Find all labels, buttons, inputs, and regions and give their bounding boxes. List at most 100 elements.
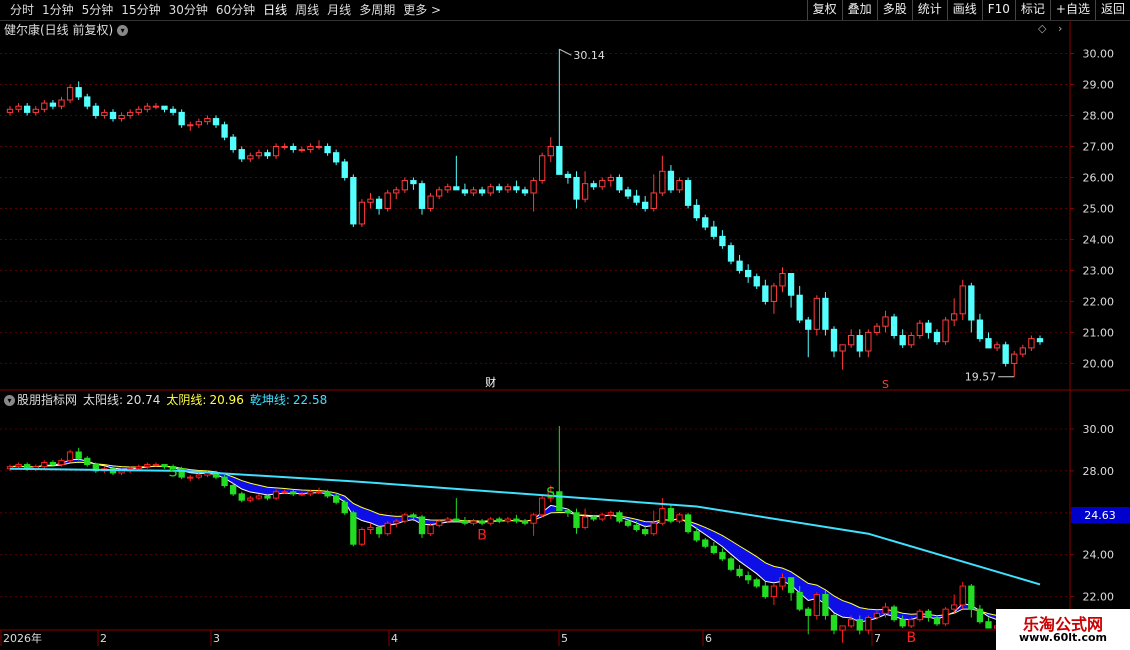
indicator-candle-body bbox=[539, 497, 546, 516]
indicator-candle-body bbox=[556, 491, 563, 512]
indicator-candle-body bbox=[298, 493, 305, 496]
indicator-candle-body bbox=[650, 522, 657, 535]
indicator-candle-body bbox=[358, 529, 366, 545]
candle-body bbox=[384, 192, 391, 209]
candle-body bbox=[118, 114, 125, 120]
indicator-candle-body bbox=[676, 514, 683, 522]
candle-body bbox=[530, 180, 537, 194]
candle-body bbox=[650, 192, 657, 209]
x-axis-label: 3 bbox=[213, 632, 220, 645]
candle-body bbox=[496, 186, 503, 191]
candle-body bbox=[504, 186, 511, 191]
candle-body bbox=[513, 186, 520, 191]
watermark-url: www.60lt.com bbox=[1018, 631, 1108, 644]
indicator-candle-body bbox=[418, 516, 426, 535]
finance-marker: 财 bbox=[485, 375, 496, 389]
indicator-candle-body bbox=[581, 516, 589, 528]
candle-body bbox=[805, 319, 812, 330]
candle-body bbox=[92, 105, 99, 116]
candle-body bbox=[547, 145, 554, 157]
candle-body bbox=[642, 201, 649, 209]
candle-body bbox=[315, 145, 323, 148]
main-y-tick: 27.00 bbox=[1083, 140, 1115, 153]
indicator-candle-body bbox=[118, 470, 125, 474]
candle-body bbox=[135, 108, 142, 113]
candle-body bbox=[178, 111, 185, 126]
candle-body bbox=[676, 180, 683, 191]
candle-body bbox=[272, 145, 280, 157]
candle-body bbox=[787, 273, 795, 296]
indicator-candle-body bbox=[521, 520, 529, 524]
candle-body bbox=[993, 344, 1001, 349]
indicator-candle-body bbox=[393, 520, 400, 524]
indicator-candle-body bbox=[564, 510, 572, 514]
indicator-candle-body bbox=[152, 464, 160, 467]
indicator-candle-body bbox=[281, 491, 288, 494]
main-y-tick: 21.00 bbox=[1083, 326, 1115, 339]
high-pointer bbox=[559, 48, 572, 56]
candle-body bbox=[607, 176, 614, 182]
indicator-candle-body bbox=[796, 591, 803, 610]
indicator-candle-body bbox=[333, 495, 340, 503]
candle-body bbox=[702, 217, 709, 228]
indicator-candle-body bbox=[496, 518, 503, 522]
candle-body bbox=[779, 273, 786, 287]
main-y-tick: 26.00 bbox=[1083, 171, 1115, 184]
candle-body bbox=[32, 108, 39, 113]
indicator-candle-body bbox=[264, 495, 271, 499]
indicator-candle-body bbox=[968, 585, 975, 610]
moon-line bbox=[9, 461, 1041, 623]
indicator-candle-body bbox=[787, 577, 795, 593]
candle-body bbox=[401, 180, 408, 191]
candle-body bbox=[719, 235, 726, 247]
indicator-candle-body bbox=[470, 520, 477, 524]
candle-body bbox=[736, 260, 743, 271]
watermark-logo: 乐淘公式网 www.60lt.com bbox=[996, 609, 1130, 650]
candle-body bbox=[616, 176, 623, 191]
indicator-candle-body bbox=[444, 518, 451, 522]
indicator-candle-body bbox=[830, 614, 838, 631]
candle-body bbox=[848, 335, 855, 346]
candle-body bbox=[24, 105, 31, 113]
candle-body bbox=[307, 145, 314, 151]
candle-body bbox=[6, 108, 14, 113]
candle-body bbox=[152, 105, 160, 108]
indicator-candle-body bbox=[985, 621, 992, 629]
candle-body bbox=[204, 118, 211, 123]
indicator-candle-body bbox=[195, 474, 202, 478]
candle-body bbox=[899, 335, 906, 346]
indicator-candle-body bbox=[873, 612, 881, 619]
signal-marker: S bbox=[546, 486, 555, 502]
candle-body bbox=[375, 198, 383, 209]
candle-body bbox=[976, 319, 984, 340]
indicator-candle-body bbox=[307, 491, 314, 495]
indicator-candle-body bbox=[779, 577, 786, 587]
indicator-candle-body bbox=[719, 552, 726, 560]
candle-body bbox=[573, 176, 580, 200]
candle-body bbox=[444, 186, 451, 191]
indicator-candle-body bbox=[607, 512, 614, 516]
indicator-candle-body bbox=[865, 617, 872, 631]
candle-body bbox=[478, 189, 486, 194]
indicator-candle-body bbox=[49, 461, 57, 466]
candle-body bbox=[908, 335, 915, 346]
x-axis-label: 5 bbox=[561, 632, 568, 645]
main-y-tick: 30.00 bbox=[1083, 47, 1115, 60]
high-price-label: 30.14 bbox=[573, 49, 605, 62]
indicator-candle-body bbox=[762, 585, 769, 598]
indicator-candle-body bbox=[727, 558, 735, 570]
indicator-candle-body bbox=[453, 518, 460, 522]
candle-body bbox=[367, 198, 374, 203]
candle-body bbox=[633, 195, 640, 203]
x-axis-label: 7 bbox=[874, 632, 881, 645]
candle-body bbox=[933, 331, 941, 343]
stock-chart[interactable]: 30.00 29.00 28.00 27.00 26.00 25.00 24.00 23.00… bbox=[0, 0, 1130, 650]
candle-body bbox=[1036, 338, 1044, 343]
candle-body bbox=[659, 170, 666, 194]
candle-body bbox=[358, 201, 366, 225]
candle-body bbox=[264, 152, 271, 157]
indicator-candle-body bbox=[315, 491, 323, 494]
candle-body bbox=[968, 285, 975, 321]
indicator-candle-body bbox=[504, 518, 511, 522]
candle-body bbox=[521, 189, 529, 194]
